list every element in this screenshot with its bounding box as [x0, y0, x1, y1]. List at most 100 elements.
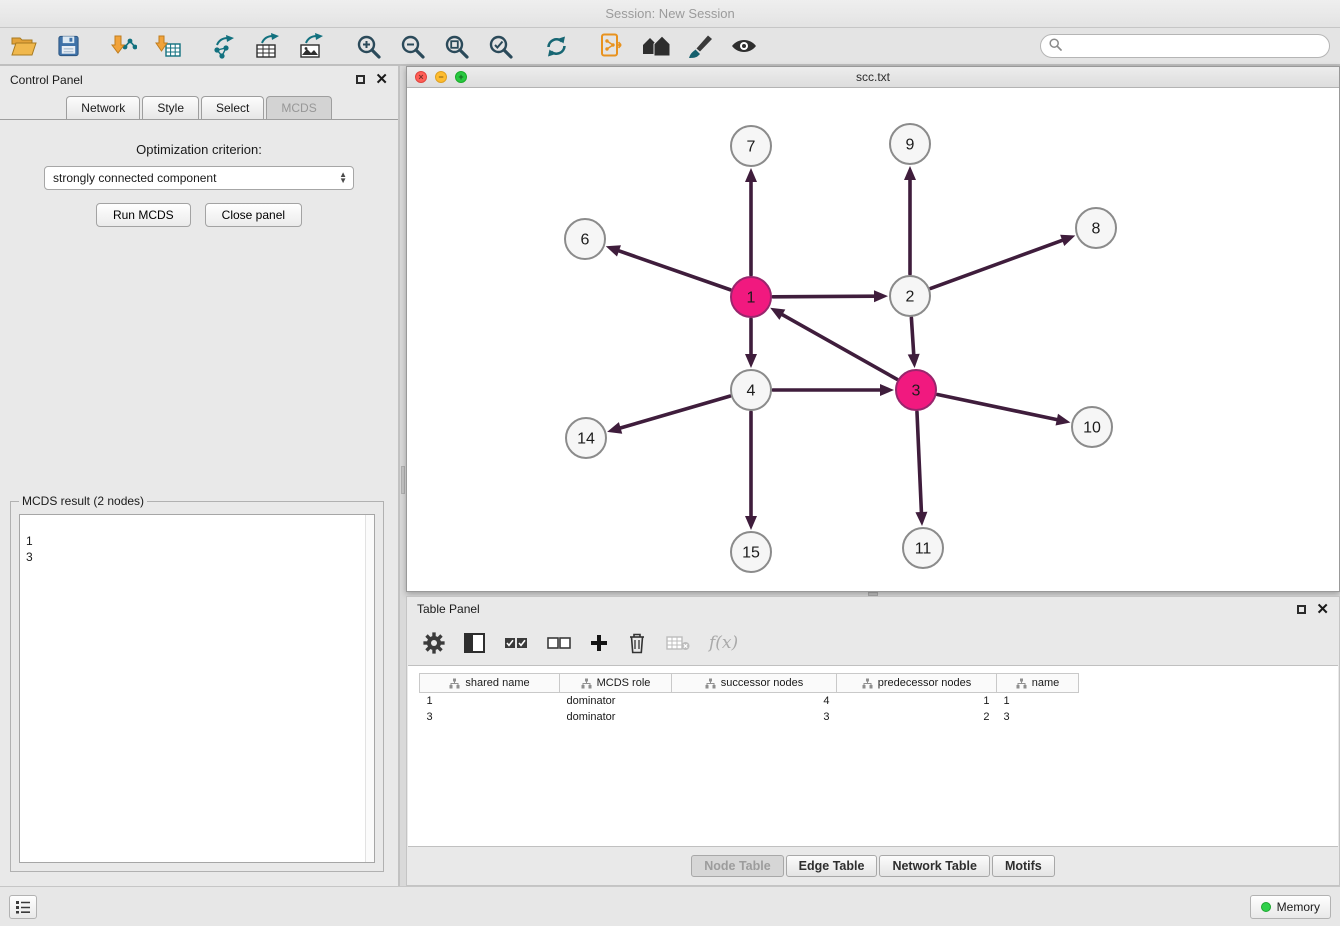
delete-column-icon[interactable]: [627, 632, 647, 654]
table-cell[interactable]: 4: [672, 693, 837, 709]
column-header-mcds-role[interactable]: MCDS role: [560, 674, 672, 693]
toolbar-group-session: [10, 33, 82, 59]
column-header-predecessor-nodes[interactable]: predecessor nodes: [837, 674, 997, 693]
zoom-selected-icon[interactable]: [486, 33, 514, 59]
table-tab-node-table[interactable]: Node Table: [691, 855, 783, 877]
graph-edge-2-8[interactable]: [931, 240, 1064, 289]
table-tab-motifs[interactable]: Motifs: [992, 855, 1055, 877]
result-scrollbar[interactable]: [365, 515, 374, 862]
graph-edge-1-2[interactable]: [773, 296, 876, 297]
export-network-icon[interactable]: [210, 33, 238, 59]
table-settings-gear-icon[interactable]: [423, 632, 445, 654]
apply-layout-icon[interactable]: [542, 33, 570, 59]
select-stepper-icon: ▲▼: [337, 172, 349, 184]
float-panel-icon[interactable]: [356, 75, 365, 84]
create-column-icon[interactable]: [590, 634, 608, 652]
table-cell[interactable]: 1: [997, 693, 1079, 709]
task-history-button[interactable]: [9, 895, 37, 919]
import-network-icon[interactable]: [110, 33, 138, 59]
node-table: shared nameMCDS rolesuccessor nodesprede…: [419, 673, 1079, 725]
toolbar-group-layout: [542, 33, 570, 59]
home-icon[interactable]: [642, 33, 670, 59]
control-tab-select[interactable]: Select: [201, 96, 264, 119]
network-canvas[interactable]: 7968124314101511: [407, 88, 1339, 591]
graph-edge-arrowhead: [745, 354, 757, 368]
close-panel-button[interactable]: Close panel: [205, 203, 302, 227]
show-columns-icon[interactable]: [464, 633, 485, 653]
graph-node-label-4: 4: [747, 383, 756, 400]
table-panel-header: Table Panel ✕: [407, 597, 1339, 621]
table-cell[interactable]: 1: [837, 693, 997, 709]
table-row[interactable]: 1dominator411: [420, 693, 1079, 709]
export-image-icon[interactable]: [298, 33, 326, 59]
status-bar: Memory: [0, 886, 1340, 926]
run-mcds-button[interactable]: Run MCDS: [96, 203, 191, 227]
select-all-columns-icon[interactable]: [504, 637, 528, 649]
control-tab-network[interactable]: Network: [66, 96, 140, 119]
graph-edge-3-1[interactable]: [781, 314, 897, 380]
column-header-name[interactable]: name: [997, 674, 1079, 693]
import-table-icon[interactable]: [154, 33, 182, 59]
graph-node-label-11: 11: [915, 541, 932, 558]
graph-node-label-2: 2: [906, 289, 915, 306]
control-tab-mcds[interactable]: MCDS: [266, 96, 331, 119]
network-window-titlebar[interactable]: × − + scc.txt: [407, 67, 1339, 88]
graph-edge-arrowhead: [874, 290, 888, 302]
search-input[interactable]: [1067, 39, 1321, 53]
search-box[interactable]: [1040, 34, 1330, 58]
close-panel-icon[interactable]: ✕: [375, 72, 388, 87]
toolbar-group-import: [110, 33, 182, 59]
mcds-result-box[interactable]: 1 3: [19, 514, 375, 863]
table-row[interactable]: 3dominator323: [420, 709, 1079, 725]
table-cell[interactable]: 1: [420, 693, 560, 709]
vertical-splitter-grip[interactable]: [401, 466, 405, 494]
table-cell[interactable]: 3: [997, 709, 1079, 725]
table-tab-network-table[interactable]: Network Table: [879, 855, 990, 877]
graph-edge-arrowhead: [908, 354, 920, 368]
open-session-icon[interactable]: [10, 33, 38, 59]
export-table-icon[interactable]: [254, 33, 282, 59]
graph-edge-2-3[interactable]: [911, 318, 913, 356]
table-panel: Table Panel ✕: [406, 596, 1340, 886]
table-cell[interactable]: 2: [837, 709, 997, 725]
network-view-window: × − + scc.txt 7968124314101511: [406, 66, 1340, 592]
mcds-result-legend: MCDS result (2 nodes): [19, 494, 147, 508]
zoom-window-icon[interactable]: +: [455, 71, 467, 83]
table-cell[interactable]: 3: [420, 709, 560, 725]
save-session-icon[interactable]: [54, 33, 82, 59]
table-cell[interactable]: dominator: [560, 709, 672, 725]
graph-edge-4-14[interactable]: [619, 396, 730, 428]
control-tab-style[interactable]: Style: [142, 96, 199, 119]
graph-node-label-1: 1: [747, 290, 756, 307]
column-header-successor-nodes[interactable]: successor nodes: [672, 674, 837, 693]
control-panel: Control Panel ✕ NetworkStyleSelectMCDS O…: [0, 66, 400, 886]
table-cell[interactable]: 3: [672, 709, 837, 725]
memory-button[interactable]: Memory: [1250, 895, 1331, 919]
deselect-all-columns-icon[interactable]: [547, 637, 571, 649]
zoom-in-icon[interactable]: [354, 33, 382, 59]
float-table-panel-icon[interactable]: [1297, 605, 1306, 614]
graph-edge-1-6[interactable]: [617, 250, 730, 290]
graph-edge-arrowhead: [904, 166, 916, 180]
table-cell[interactable]: dominator: [560, 693, 672, 709]
zoom-out-icon[interactable]: [398, 33, 426, 59]
zoom-fit-icon[interactable]: [442, 33, 470, 59]
graph-edge-3-11[interactable]: [917, 412, 922, 514]
application-window: Session: New Session: [0, 0, 1340, 926]
table-panel-tabs: Node TableEdge TableNetwork TableMotifs: [690, 855, 1056, 877]
table-tab-edge-table[interactable]: Edge Table: [786, 855, 878, 877]
function-builder-icon: f(x): [709, 633, 738, 653]
node-table-head: shared nameMCDS rolesuccessor nodesprede…: [420, 674, 1079, 693]
close-window-icon[interactable]: ×: [415, 71, 427, 83]
optimization-criterion-value: strongly connected component: [53, 171, 216, 185]
show-hide-icon[interactable]: [730, 33, 758, 59]
column-header-shared-name[interactable]: shared name: [420, 674, 560, 693]
minimize-window-icon[interactable]: −: [435, 71, 447, 83]
graph-edge-arrowhead: [1056, 414, 1071, 426]
graph-edge-3-10[interactable]: [938, 395, 1059, 420]
style-brush-icon[interactable]: [686, 33, 714, 59]
close-table-panel-icon[interactable]: ✕: [1316, 602, 1329, 617]
optimization-criterion-select[interactable]: strongly connected component ▲▼: [44, 166, 354, 190]
node-table-area[interactable]: shared nameMCDS rolesuccessor nodesprede…: [408, 665, 1338, 847]
share-document-icon[interactable]: [598, 33, 626, 59]
